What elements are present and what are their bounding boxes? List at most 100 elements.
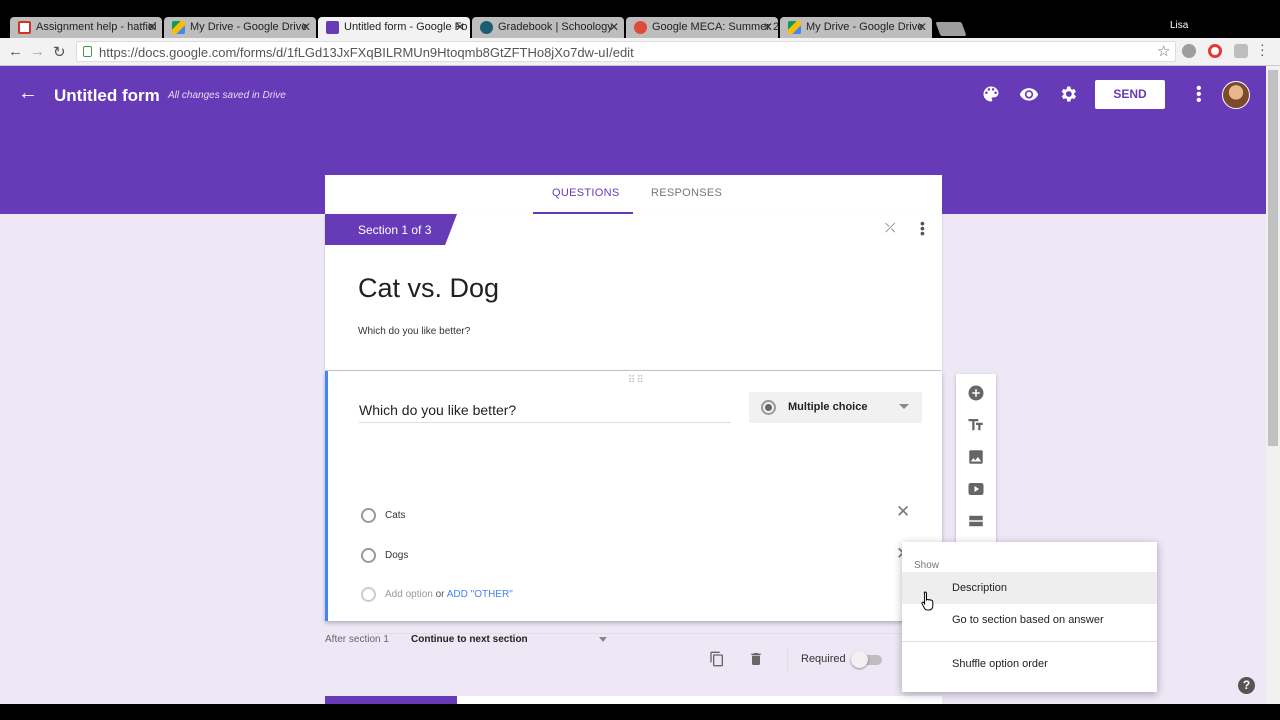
question-type-dropdown[interactable]: Multiple choice (749, 392, 922, 423)
scrollbar-thumb[interactable] (1268, 70, 1278, 446)
browser-tab-bar: Assignment help - hatfiel ✕ My Drive - G… (0, 0, 1280, 38)
forms-app: ← Untitled form All changes saved in Dri… (0, 66, 1266, 704)
hand-cursor-icon (921, 591, 934, 611)
option-label[interactable]: Dogs (385, 550, 408, 561)
radio-button-icon (761, 400, 776, 415)
screen-bottom-edge (0, 704, 1280, 720)
add-option-row: Add option or ADD "OTHER" (385, 589, 513, 600)
browser-tab[interactable]: Gradebook | Schoology ✕ (472, 17, 624, 38)
opera-icon[interactable] (1208, 44, 1222, 58)
address-bar[interactable]: https://docs.google.com/forms/d/1fLGd13J… (76, 41, 1176, 62)
add-image-icon[interactable] (967, 448, 985, 466)
section-title[interactable]: Cat vs. Dog (358, 273, 499, 304)
section-more-icon[interactable]: • • • (920, 216, 925, 240)
browser-tab-active[interactable]: Untitled form - Google Fo ✕ (318, 17, 470, 38)
palette-icon[interactable] (981, 84, 1001, 104)
browser-tab-label: Google MECA: Summer 2 (652, 21, 778, 33)
dropdown-arrow-icon (899, 404, 909, 409)
section-description[interactable]: Which do you like better? (358, 326, 470, 337)
extension-icon[interactable] (1234, 44, 1248, 58)
add-option-link[interactable]: Add option (385, 589, 433, 600)
lock-icon (83, 46, 92, 57)
settings-gear-icon[interactable] (1058, 84, 1078, 104)
section-header-card: Section 1 of 3 ⤫ • • • Cat vs. Dog Which d… (325, 214, 942, 370)
menu-item-description[interactable]: Description (902, 572, 1157, 604)
schoology-favicon-icon (480, 21, 493, 34)
browser-menu-icon[interactable]: · · · (1260, 37, 1265, 61)
preview-eye-icon[interactable] (1019, 84, 1039, 104)
forms-favicon-icon (326, 21, 339, 34)
url-text: https://docs.google.com/forms/d/1fLGd13J… (99, 45, 634, 60)
menu-header: Show (914, 560, 940, 571)
menu-item-shuffle-options[interactable]: Shuffle option order (902, 648, 1157, 680)
browser-tab-label: Untitled form - Google Fo (344, 21, 468, 33)
remove-option-icon[interactable]: ✕ (896, 502, 910, 522)
drive-favicon-icon (172, 21, 185, 34)
drag-handle-icon[interactable]: ⠿⠿ (628, 375, 645, 386)
close-tab-icon[interactable]: ✕ (455, 20, 465, 34)
close-tab-icon[interactable]: ✕ (763, 20, 773, 34)
forward-arrow-icon[interactable]: → (30, 43, 45, 60)
page-scrollbar[interactable] (1266, 66, 1280, 704)
browser-toolbar: ← → ↻ https://docs.google.com/forms/d/1f… (0, 37, 1280, 66)
close-tab-icon[interactable]: ✕ (301, 20, 311, 34)
add-question-icon[interactable] (967, 384, 985, 402)
browser-tab-label: Assignment help - hatfiel (36, 21, 157, 33)
add-section-icon[interactable] (967, 512, 985, 530)
browser-tab[interactable]: Google MECA: Summer 2 ✕ (626, 17, 778, 38)
back-arrow-icon[interactable]: ← (18, 82, 38, 105)
browser-profile-name[interactable]: Lisa (1170, 20, 1188, 31)
trash-icon[interactable] (748, 651, 764, 667)
required-label: Required (801, 653, 846, 665)
send-button[interactable]: SEND (1095, 80, 1165, 109)
add-video-icon[interactable] (967, 480, 985, 498)
section-label: Section 1 of 3 (325, 214, 457, 245)
radio-button-icon (361, 508, 376, 523)
reload-icon[interactable]: ↻ (53, 43, 66, 61)
question-options-menu: Show Description Go to section based on … (902, 542, 1157, 692)
option-label[interactable]: Cats (385, 510, 406, 521)
question-card[interactable]: ⠿⠿ Which do you like better? Multiple ch… (325, 371, 942, 671)
browser-tab[interactable]: My Drive - Google Drive ✕ (164, 17, 316, 38)
add-title-text-icon[interactable] (967, 416, 985, 434)
menu-item-go-to-section[interactable]: Go to section based on answer (902, 604, 1157, 636)
bookmark-star-icon[interactable]: ☆ (1157, 42, 1170, 60)
browser-tab[interactable]: Assignment help - hatfiel ✕ (10, 17, 162, 38)
tab-questions[interactable]: QUESTIONS (552, 187, 620, 199)
gmail-favicon-icon (18, 21, 31, 34)
browser-tab-label: Gradebook | Schoology (498, 21, 613, 33)
after-section-label: After section 1 (325, 634, 389, 645)
duplicate-icon[interactable] (709, 651, 725, 667)
radio-button-icon (361, 587, 376, 602)
save-status: All changes saved in Drive (168, 90, 286, 101)
question-title-input[interactable]: Which do you like better? (359, 402, 731, 423)
close-tab-icon[interactable]: ✕ (917, 20, 927, 34)
browser-tab-label: My Drive - Google Drive (190, 21, 308, 33)
side-toolbar (956, 374, 996, 544)
divider (787, 649, 788, 671)
dropdown-arrow-icon[interactable] (599, 637, 607, 642)
divider (902, 641, 1157, 642)
collapse-section-icon[interactable]: ⤫ (885, 220, 895, 236)
close-tab-icon[interactable]: ✕ (147, 20, 157, 34)
avatar[interactable] (1222, 81, 1250, 109)
tab-responses[interactable]: RESPONSES (651, 187, 722, 199)
help-icon[interactable]: ? (1238, 677, 1255, 694)
back-arrow-icon[interactable]: ← (8, 43, 23, 60)
extension-icon[interactable] (1182, 44, 1196, 58)
browser-tab-label: My Drive - Google Drive (806, 21, 924, 33)
after-section-dropdown[interactable]: Continue to next section (411, 634, 528, 645)
google-plus-favicon-icon (634, 21, 647, 34)
form-tabs: QUESTIONS RESPONSES (325, 175, 942, 214)
add-other-link[interactable]: ADD "OTHER" (447, 589, 513, 600)
drive-favicon-icon (788, 21, 801, 34)
browser-tab[interactable]: My Drive - Google Drive ✕ (780, 17, 932, 38)
radio-button-icon (361, 548, 376, 563)
question-type-label: Multiple choice (788, 401, 868, 413)
form-title[interactable]: Untitled form (54, 86, 160, 106)
close-tab-icon[interactable]: ✕ (609, 20, 619, 34)
more-options-icon[interactable]: • • • (1196, 81, 1202, 109)
required-toggle-knob[interactable] (851, 651, 868, 668)
add-or-text: or (435, 589, 445, 600)
new-tab-button[interactable] (935, 22, 967, 36)
